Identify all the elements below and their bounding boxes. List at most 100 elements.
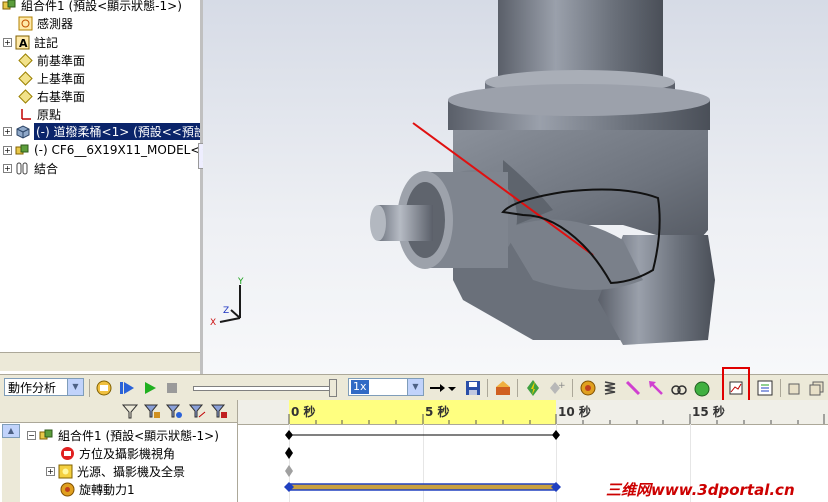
study-properties-button[interactable] [756, 379, 774, 397]
expand-toggle[interactable]: + [3, 145, 12, 155]
assembly-key-end[interactable] [552, 430, 560, 440]
motor-icon [580, 380, 596, 396]
animation-wizard-button[interactable] [494, 379, 512, 397]
damper-button[interactable] [624, 379, 642, 397]
crankshaft-model [370, 0, 715, 345]
playback-speed-value: 1x [351, 380, 369, 394]
motion-tree-filter-bar [0, 400, 237, 423]
motion-tree-scrollbar[interactable]: ▲ [2, 424, 20, 502]
restore-icon [809, 381, 824, 396]
timeline-slider-thumb[interactable] [329, 379, 337, 397]
chevron-down-icon: ▼ [407, 379, 423, 395]
orientation-key[interactable] [285, 447, 293, 459]
motion-manager-toolbar: 動作分析 ▼ 1x ▼ + [0, 374, 828, 402]
motion-manager-tree: ▲ − 組合件1 (預設<顯示狀態-1>) 方位及攝影機視角 + 光源、攝影機及… [0, 400, 238, 502]
tree-item-label: (-) 道撥柔桶<1> (預設<<預設> [34, 122, 200, 140]
play-icon [145, 382, 156, 394]
motion-item-label: 光源、攝影機及全景 [77, 464, 186, 479]
autokey-button[interactable] [524, 379, 542, 397]
filter-results-button[interactable] [188, 402, 206, 420]
motion-item-orientation[interactable]: 方位及攝影機視角 [60, 444, 175, 462]
timeline-slider-track[interactable] [193, 386, 335, 391]
motor-button[interactable] [579, 379, 597, 397]
tree-item-top-plane[interactable]: 上基準面 [18, 69, 85, 87]
svg-text:+: + [558, 381, 565, 391]
contact-button[interactable] [670, 379, 688, 397]
play-from-start-button[interactable] [118, 379, 136, 397]
tree-item-part-1[interactable]: + (-) 道撥柔桶<1> (預設<<預設> [3, 122, 200, 140]
filter-selected-button[interactable] [165, 402, 183, 420]
calculate-button[interactable] [95, 379, 113, 397]
save-animation-button[interactable] [464, 379, 482, 397]
motion-item-lights[interactable]: + 光源、攝影機及全景 [46, 462, 185, 480]
gravity-button[interactable] [693, 379, 711, 397]
add-key-button[interactable]: + [547, 379, 565, 397]
tree-item-label: 上基準面 [37, 71, 86, 86]
force-button[interactable] [647, 379, 665, 397]
study-type-select[interactable]: 動作分析 ▼ [4, 378, 84, 396]
tree-item-label: 感測器 [37, 16, 74, 31]
force-icon [649, 381, 663, 395]
filter-driving-icon [143, 404, 160, 418]
expand-toggle[interactable]: − [27, 430, 36, 440]
motion-item-label: 組合件1 (預設<顯示狀態-1>) [58, 428, 219, 443]
spring-button[interactable] [601, 379, 619, 397]
playback-speed-select[interactable]: 1x ▼ [348, 378, 424, 396]
tree-item-right-plane[interactable]: 右基準面 [18, 87, 85, 105]
tree-item-origin[interactable]: 原點 [18, 105, 61, 123]
filter-results-icon [188, 404, 206, 418]
tree-item-assembly[interactable]: 組合件1 (預設<顯示狀態-1>) [2, 0, 182, 14]
spring-icon [604, 381, 616, 395]
tree-horizontal-scrollbar[interactable] [0, 352, 200, 371]
filter-plots-button[interactable] [210, 402, 228, 420]
graphics-viewport[interactable]: Y X Z [203, 0, 828, 374]
tree-item-bearing-subassembly[interactable]: + (-) CF6__6X19X11_MODEL<1> [3, 141, 200, 159]
time-ruler[interactable]: 0 秒 5 秒 10 秒 15 秒 [238, 400, 828, 425]
animation-wizard-icon [496, 381, 510, 395]
feature-manager-tree: 組合件1 (預設<顯示狀態-1>) 感測器 + A 註記 前基準面 上基準面 右… [0, 0, 200, 374]
toolbar-separator [517, 379, 518, 397]
expand-toggle[interactable]: + [3, 126, 12, 136]
sensor-icon [18, 16, 33, 31]
triad-z-label: Z [223, 306, 229, 316]
motion-item-rotary-motor[interactable]: 旋轉動力1 [60, 480, 135, 498]
rotary-motor-icon [60, 482, 75, 497]
expand-toggle[interactable]: + [46, 466, 55, 476]
tree-item-label: 註記 [34, 35, 59, 50]
assembly-icon [39, 428, 54, 443]
axis-triad: Y X Z [210, 277, 244, 328]
watermark: 三维网www.3dportal.cn [606, 481, 795, 499]
playback-mode-button[interactable] [428, 379, 446, 397]
scroll-up-icon[interactable]: ▲ [2, 424, 20, 438]
gravity-icon [694, 381, 710, 397]
time-tick-label: 0 秒 [291, 405, 316, 419]
tree-item-sensors[interactable]: 感測器 [18, 14, 73, 32]
triad-y-label: Y [237, 277, 244, 287]
arrow-right-icon [430, 384, 445, 392]
restore-motion-manager-button[interactable] [808, 379, 826, 397]
lights-key[interactable] [285, 465, 293, 477]
tree-item-label: (-) CF6__6X19X11_MODEL<1> [34, 143, 200, 157]
stop-icon [167, 383, 177, 393]
playback-mode-dropdown[interactable] [447, 379, 457, 397]
motion-item-label: 旋轉動力1 [79, 482, 135, 497]
motion-item-assembly[interactable]: − 組合件1 (預設<顯示狀態-1>) [27, 426, 219, 444]
stop-button[interactable] [163, 379, 181, 397]
expand-toggle[interactable]: + [3, 37, 12, 47]
contact-icon [671, 385, 687, 395]
tree-item-front-plane[interactable]: 前基準面 [18, 51, 85, 69]
add-key-icon: + [550, 381, 565, 394]
filter-driving-button[interactable] [143, 402, 161, 420]
assembly-key-start[interactable] [285, 430, 293, 440]
play-button[interactable] [141, 379, 159, 397]
tree-item-mates[interactable]: + 結合 [3, 159, 58, 177]
expand-toggle[interactable]: + [3, 163, 12, 173]
toolbar-separator [572, 379, 573, 397]
collapse-motion-manager-button[interactable] [786, 379, 804, 397]
origin-icon [18, 107, 33, 122]
subassembly-icon [15, 143, 30, 158]
save-animation-icon [466, 381, 480, 395]
filter-animated-button[interactable] [121, 402, 139, 420]
tree-item-label: 原點 [37, 107, 62, 122]
tree-item-annotations[interactable]: + A 註記 [3, 33, 58, 51]
